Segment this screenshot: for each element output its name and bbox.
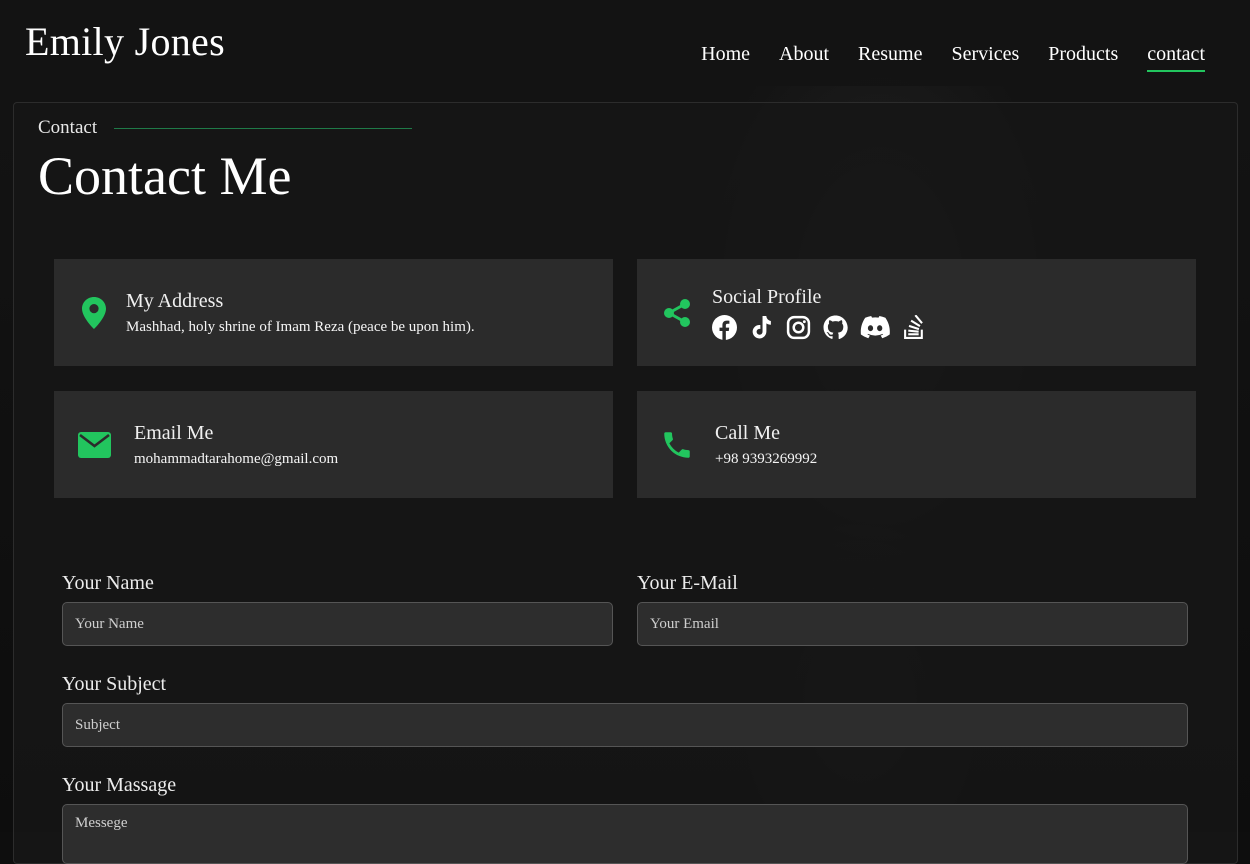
address-card: My Address Mashhad, holy shrine of Imam … [54, 259, 613, 366]
discord-icon[interactable] [860, 315, 890, 340]
map-pin-icon [76, 296, 112, 329]
page-title: Contact Me [38, 146, 292, 206]
github-icon[interactable] [823, 315, 848, 340]
social-links [712, 314, 927, 340]
social-title: Social Profile [712, 285, 822, 308]
subject-label: Your Subject [62, 673, 167, 695]
message-textarea[interactable] [62, 804, 1188, 864]
stack-overflow-icon[interactable] [902, 314, 927, 340]
email-input[interactable] [637, 602, 1188, 646]
phone-icon [659, 428, 695, 462]
nav-item-services[interactable]: Services [951, 43, 1019, 70]
contact-panel: Contact Contact Me My Address Mashhad, h… [13, 102, 1238, 864]
eyebrow-divider [114, 127, 413, 129]
nav-item-contact[interactable]: contact [1147, 43, 1205, 72]
site-brand[interactable]: Emily Jones [25, 18, 225, 65]
envelope-icon [76, 431, 112, 458]
share-icon [659, 298, 695, 328]
instagram-icon[interactable] [786, 315, 811, 340]
nav-item-resume[interactable]: Resume [858, 43, 922, 70]
top-navbar: Emily Jones Home About Resume Services P… [0, 0, 1250, 86]
section-eyebrow-label: Contact [38, 117, 98, 138]
tiktok-icon[interactable] [749, 315, 774, 340]
email-label: Your E-Mail [637, 572, 738, 594]
email-text[interactable]: mohammadtarahome@gmail.com [134, 451, 338, 468]
email-card: Email Me mohammadtarahome@gmail.com [54, 391, 613, 498]
name-label: Your Name [62, 572, 154, 594]
phone-card: Call Me +98 9393269992 [637, 391, 1196, 498]
name-input[interactable] [62, 602, 613, 646]
message-label: Your Massage [62, 774, 177, 796]
email-title: Email Me [134, 421, 214, 444]
subject-input[interactable] [62, 703, 1188, 747]
phone-title: Call Me [715, 421, 780, 444]
facebook-icon[interactable] [712, 314, 737, 340]
section-eyebrow: Contact [38, 117, 413, 139]
nav-item-about[interactable]: About [779, 43, 829, 70]
address-text: Mashhad, holy shrine of Imam Reza (peace… [126, 318, 475, 335]
phone-text[interactable]: +98 9393269992 [715, 451, 817, 468]
address-title: My Address [126, 289, 224, 312]
social-card: Social Profile [637, 259, 1196, 366]
nav-item-products[interactable]: Products [1048, 43, 1118, 70]
main-nav: Home About Resume Services Products cont… [701, 43, 1205, 72]
nav-item-home[interactable]: Home [701, 43, 750, 70]
